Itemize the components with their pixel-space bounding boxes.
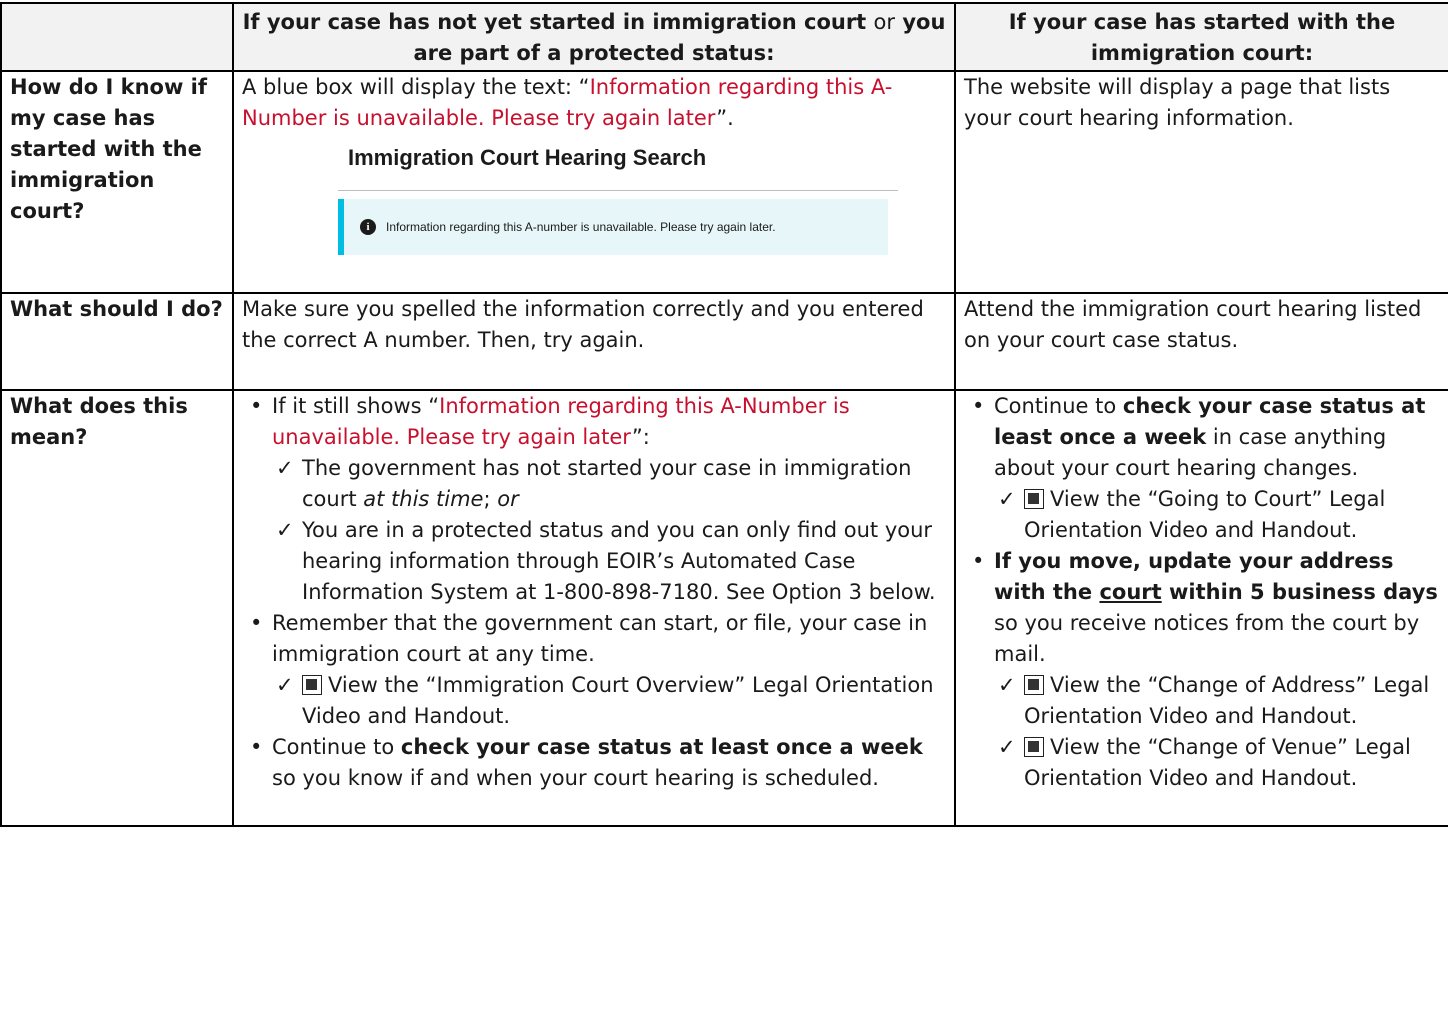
info-icon: i: [360, 219, 376, 235]
check-icon: ✓: [998, 735, 1016, 759]
list-item: Continue to check your case status at le…: [972, 391, 1440, 546]
mean-left-list: If it still shows “Information regarding…: [242, 391, 946, 794]
mean-left-b3-b: so you know if and when your court heari…: [272, 766, 879, 790]
row-what-does-this-mean: What does this mean? If it still shows “…: [0, 389, 1448, 827]
mean-right-b2-c: so you receive notices from the court by…: [994, 611, 1420, 666]
mean-left-b3-a: Continue to: [272, 735, 401, 759]
list-item: ✓ You are in a protected status and you c…: [276, 515, 946, 608]
film-icon[interactable]: [1024, 675, 1044, 695]
mean-left-b2: Remember that the government can start, …: [272, 611, 928, 666]
screenshot-alert-box: i Information regarding this A-number is…: [338, 199, 888, 255]
header-or: or: [873, 10, 896, 34]
mean-left-c1-or: or: [497, 487, 519, 511]
mean-left-b1-b: ”:: [631, 425, 650, 449]
list-item: If it still shows “Information regarding…: [250, 391, 946, 608]
screenshot-title: Immigration Court Hearing Search: [348, 145, 707, 170]
list-item: ✓ View the “Change of Venue” Legal Orient…: [998, 732, 1440, 794]
row-label-what-should-i-do: What should I do?: [0, 292, 234, 391]
mean-right-b2-underline: court: [1099, 580, 1162, 604]
row-label-what-does-this-mean: What does this mean?: [0, 389, 234, 827]
list-item: ✓ View the “Change of Address” Legal Orie…: [998, 670, 1440, 732]
mean-right-b1-a: Continue to: [994, 394, 1123, 418]
check-icon: ✓: [276, 673, 294, 697]
mean-left-c2: You are in a protected status and you ca…: [302, 518, 936, 604]
list-item: ✓ The government has not started your cas…: [276, 453, 946, 515]
row-label-how-do-i-know: How do I know if my case has started wit…: [0, 70, 234, 294]
mean-right-c1: View the “Going to Court” Legal Orientat…: [1024, 487, 1386, 542]
film-icon[interactable]: [1024, 489, 1044, 509]
list-item: Remember that the government can start, …: [250, 608, 946, 732]
row-what-should-i-do: What should I do? Make sure you spelled …: [0, 292, 1448, 391]
header-blank-cell: [0, 2, 234, 72]
sub-list: ✓ View the “Immigration Court Overview” L…: [272, 670, 946, 732]
cell-mean-not-started: If it still shows “Information regarding…: [232, 389, 956, 827]
mean-right-c2: View the “Change of Address” Legal Orien…: [1024, 673, 1430, 728]
cell-mean-started: Continue to check your case status at le…: [954, 389, 1448, 827]
cell-do-not-started: Make sure you spelled the information co…: [232, 292, 956, 391]
sub-list: ✓ View the “Going to Court” Legal Orienta…: [994, 484, 1440, 546]
know-left-text: A blue box will display the text: “Infor…: [242, 72, 946, 134]
cell-do-started: Attend the immigration court hearing lis…: [954, 292, 1448, 391]
row-how-do-i-know: How do I know if my case has started wit…: [0, 70, 1448, 294]
sub-list: ✓ View the “Change of Address” Legal Orie…: [994, 670, 1440, 794]
screenshot-divider: [338, 190, 898, 191]
mean-left-b1-a: If it still shows “: [272, 394, 440, 418]
header-started: If your case has started with the immigr…: [954, 2, 1448, 72]
cell-know-not-started: A blue box will display the text: “ Infor…: [232, 70, 956, 294]
header-not-started-a: If your case has not yet started in immi…: [242, 10, 867, 34]
mean-right-list: Continue to check your case status at le…: [964, 391, 1440, 794]
film-icon[interactable]: [1024, 737, 1044, 757]
screenshot-alert-text: Information regarding this A-number is u…: [386, 219, 776, 234]
check-icon: ✓: [276, 518, 294, 542]
mean-right-b2-b: within 5 business days: [1161, 580, 1438, 604]
mean-left-c1-italic: at this time: [363, 487, 484, 511]
check-icon: ✓: [998, 673, 1016, 697]
check-icon: ✓: [998, 487, 1016, 511]
know-left-a: A blue box will display the text: “: [242, 75, 590, 99]
mean-left-b3-bold: check your case status at least once a w…: [400, 735, 923, 759]
header-started-text: If your case has started with the immigr…: [1008, 10, 1396, 65]
header-row: If your case has not yet started in immi…: [0, 2, 1448, 72]
list-item: ✓ View the “Going to Court” Legal Orienta…: [998, 484, 1440, 546]
list-item: ✓ View the “Immigration Court Overview” L…: [276, 670, 946, 732]
film-icon[interactable]: [302, 675, 322, 695]
mean-left-c1-b: ;: [483, 487, 498, 511]
mean-right-c3: View the “Change of Venue” Legal Orienta…: [1024, 735, 1411, 790]
header-not-started: If your case has not yet started in immi…: [232, 2, 956, 72]
know-left-b: ”.: [716, 106, 734, 130]
check-icon: ✓: [276, 456, 294, 480]
embedded-screenshot: Immigration Court Hearing Search i Infor…: [338, 144, 898, 255]
mean-left-c3: View the “Immigration Court Overview” Le…: [302, 673, 934, 728]
cell-know-started: The website will display a page that lis…: [954, 70, 1448, 294]
list-item: If you move, update your address with th…: [972, 546, 1440, 794]
case-status-table: If your case has not yet started in immi…: [0, 2, 1448, 827]
sub-list: ✓ The government has not started your cas…: [272, 453, 946, 608]
list-item: Continue to check your case status at le…: [250, 732, 946, 794]
